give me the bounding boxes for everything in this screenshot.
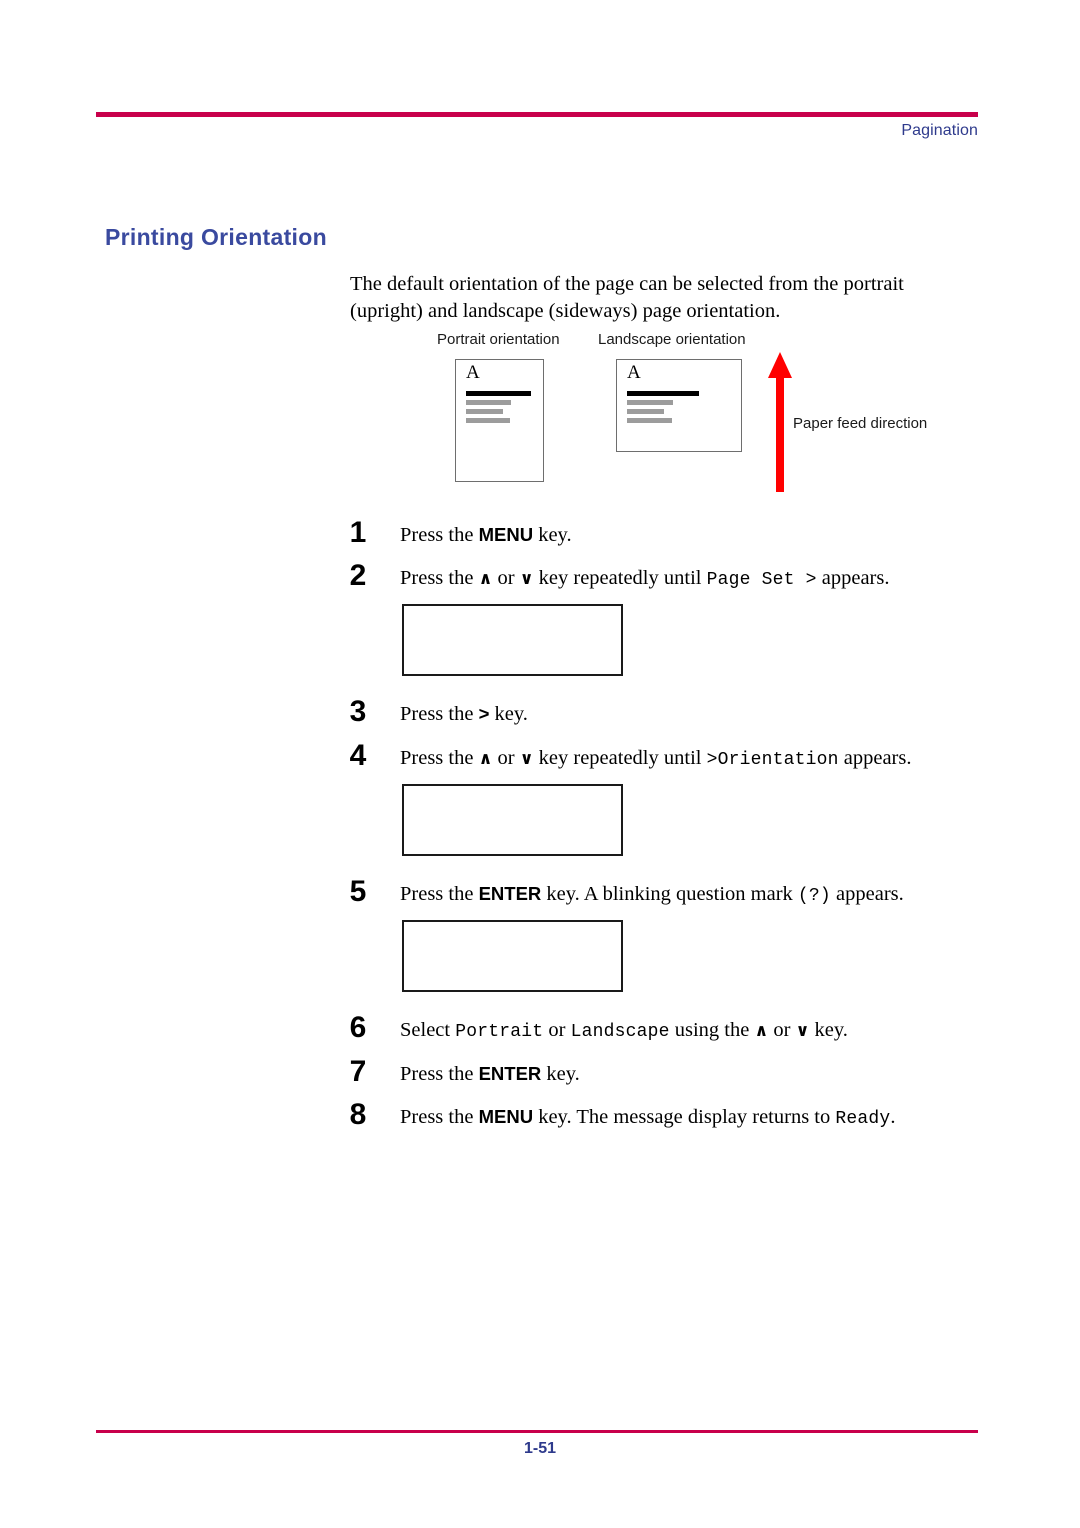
step-number: 3 xyxy=(349,695,367,728)
step-2: 2 Press the ∧ or ∨ key repeatedly until … xyxy=(340,559,960,596)
sheet-text-bar xyxy=(466,418,510,423)
lcd-line-1: >Orientation xyxy=(414,853,621,854)
document-page: Pagination Printing Orientation The defa… xyxy=(0,0,1080,1528)
running-head: Pagination xyxy=(901,122,978,139)
step-number: 7 xyxy=(349,1055,367,1088)
step-1: 1 Press the MENU key. xyxy=(340,516,960,553)
step-number: 8 xyxy=(349,1098,367,1131)
step-text: Press the MENU key. The message display … xyxy=(400,1106,896,1129)
step-number: 2 xyxy=(349,559,367,592)
lcd-display-orientation: >Orientation Portrait xyxy=(402,784,623,856)
step-text: Press the ∧ or ∨ key repeatedly until Pa… xyxy=(400,567,890,590)
intro-paragraph: The default orientation of the page can … xyxy=(350,273,904,322)
page-number: 1-51 xyxy=(523,1440,557,1457)
lcd-line-1: >Orientation xyxy=(414,989,621,990)
footer-rule xyxy=(96,1430,978,1433)
step-4: 4 Press the ∧ or ∨ key repeatedly until … xyxy=(340,739,960,776)
lcd-display-orientation-blinking: >Orientation ? Portrait xyxy=(402,920,623,992)
landscape-caption: Landscape orientation xyxy=(598,331,746,348)
paper-feed-arrow-icon xyxy=(768,352,792,492)
sheet-rule xyxy=(627,391,699,396)
step-5: 5 Press the ENTER key. A blinking questi… xyxy=(340,875,960,912)
page-title: Printing Orientation xyxy=(105,224,327,250)
sheet-letter-a: A xyxy=(627,362,641,383)
step-3: 3 Press the > key. xyxy=(340,695,960,732)
step-text: Press the ∧ or ∨ key repeatedly until >O… xyxy=(400,747,912,770)
step-number: 4 xyxy=(349,739,367,772)
portrait-page-icon: A xyxy=(455,359,544,482)
step-number: 6 xyxy=(349,1011,367,1044)
lcd-line-1: Page Set > xyxy=(414,673,621,674)
paper-feed-caption: Paper feed direction xyxy=(793,415,928,432)
lcd-display-page-set: Page Set > xyxy=(402,604,623,676)
step-8: 8 Press the MENU key. The message displa… xyxy=(340,1098,960,1135)
step-6: 6 Select Portrait or Landscape using the… xyxy=(340,1011,960,1048)
header-rule xyxy=(96,112,978,117)
sheet-letter-a: A xyxy=(466,362,480,383)
sheet-text-bar xyxy=(627,418,672,423)
landscape-page-icon: A xyxy=(616,359,742,452)
sheet-text-bar xyxy=(466,409,503,414)
step-7: 7 Press the ENTER key. xyxy=(340,1055,960,1092)
step-text: Select Portrait or Landscape using the ∧… xyxy=(400,1019,848,1042)
sheet-text-bar xyxy=(466,400,511,405)
step-number: 1 xyxy=(349,516,367,549)
sheet-rule xyxy=(466,391,531,396)
step-text: Press the ENTER key. A blinking question… xyxy=(400,883,904,906)
step-number: 5 xyxy=(349,875,367,908)
step-text: Press the MENU key. xyxy=(400,524,572,546)
sheet-text-bar xyxy=(627,400,673,405)
sheet-text-bar xyxy=(627,409,664,414)
step-text: Press the ENTER key. xyxy=(400,1063,580,1085)
step-text: Press the > key. xyxy=(400,703,528,725)
portrait-caption: Portrait orientation xyxy=(437,331,560,348)
